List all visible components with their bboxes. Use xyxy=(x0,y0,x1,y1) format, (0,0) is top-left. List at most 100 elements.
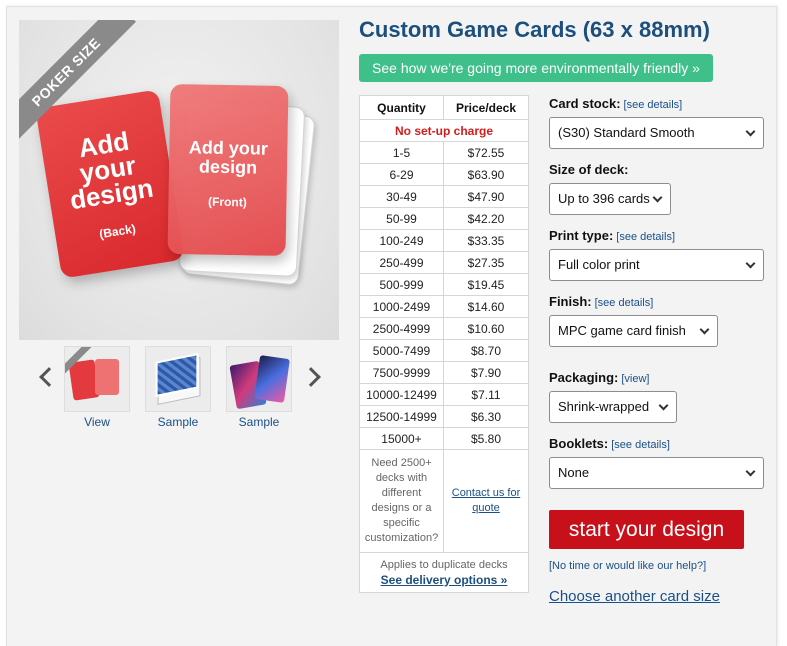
price-cell: $8.70 xyxy=(443,339,529,362)
chevron-down-icon xyxy=(699,324,710,335)
finish-value: MPC game card finish xyxy=(558,323,686,338)
price-cell: $42.20 xyxy=(443,207,529,230)
product-hero-image: Add your design (Back) Add your design (… xyxy=(19,20,339,340)
thumb-label-sample-1[interactable]: Sample xyxy=(145,415,211,429)
chevron-down-icon xyxy=(745,258,756,269)
price-table: Quantity Price/deck No set-up charge 1-5… xyxy=(359,95,529,593)
finish-details-link[interactable]: [see details] xyxy=(595,297,654,309)
table-row: 15000+ $5.80 xyxy=(359,427,529,450)
start-design-button[interactable]: start your design xyxy=(549,510,744,549)
table-row: 500-999 $19.45 xyxy=(359,273,529,296)
thumb-label-view[interactable]: View xyxy=(64,415,130,429)
front-card-image: Add your design (Front) xyxy=(167,83,289,257)
table-row: 12500-14999 $6.30 xyxy=(359,405,529,428)
price-cell: $47.90 xyxy=(443,185,529,208)
packaging-label: Packaging: [view] xyxy=(549,370,649,385)
qty-cell: 12500-14999 xyxy=(359,405,444,428)
back-card-image: Add your design (Back) xyxy=(35,89,185,279)
qty-cell: 2500-4999 xyxy=(359,317,444,340)
booklets-value: None xyxy=(558,465,590,480)
price-cell: $63.90 xyxy=(443,163,529,186)
table-row: 6-29 $63.90 xyxy=(359,163,529,186)
qty-cell: 7500-9999 xyxy=(359,361,444,384)
print-type-label: Print type: [see details] xyxy=(549,228,675,243)
qty-cell: 1000-2499 xyxy=(359,295,444,318)
qty-cell: 30-49 xyxy=(359,185,444,208)
booklets-label-text: Booklets: xyxy=(549,436,609,451)
eco-banner-button[interactable]: See how we're going more environmentally… xyxy=(359,54,713,82)
deck-size-select[interactable]: Up to 396 cards xyxy=(549,183,671,215)
quantity-header: Quantity xyxy=(359,95,444,120)
qty-cell: 15000+ xyxy=(359,427,444,450)
duplicate-note: Applies to duplicate decks xyxy=(380,559,508,571)
packaging-select[interactable]: Shrink-wrapped xyxy=(549,391,677,423)
choose-card-size-link[interactable]: Choose another card size xyxy=(549,588,720,605)
contact-quote-link[interactable]: Contact us for quote xyxy=(443,449,529,553)
blue-deck-thumb-icon[interactable] xyxy=(145,346,211,412)
back-card-text: Add your design xyxy=(67,125,156,216)
table-row: 2500-4999 $10.60 xyxy=(359,317,529,340)
print-type-details-link[interactable]: [see details] xyxy=(616,231,675,243)
table-row: 1000-2499 $14.60 xyxy=(359,295,529,318)
chevron-down-icon xyxy=(652,192,663,203)
price-cell: $27.35 xyxy=(443,251,529,274)
space-cards-thumb-icon[interactable] xyxy=(226,346,292,412)
deck-size-label: Size of deck: xyxy=(549,162,629,177)
price-header: Price/deck xyxy=(443,95,529,120)
qty-cell: 500-999 xyxy=(359,273,444,296)
no-setup-charge: No set-up charge xyxy=(359,119,529,142)
deck-size-value: Up to 396 cards xyxy=(558,191,650,206)
qty-cell: 1-5 xyxy=(359,141,444,164)
table-row: 50-99 $42.20 xyxy=(359,207,529,230)
qty-cell: 6-29 xyxy=(359,163,444,186)
booklets-details-link[interactable]: [see details] xyxy=(611,439,670,451)
print-type-value: Full color print xyxy=(558,257,640,272)
card-design-thumb-icon[interactable] xyxy=(64,346,130,412)
qty-cell: 10000-12499 xyxy=(359,383,444,406)
finish-select[interactable]: MPC game card finish xyxy=(549,315,718,347)
table-row: 5000-7499 $8.70 xyxy=(359,339,529,362)
price-cell: $7.11 xyxy=(443,383,529,406)
chevron-down-icon xyxy=(658,400,669,411)
back-card-sub: (Back) xyxy=(98,221,137,242)
delivery-info: Applies to duplicate decks See delivery … xyxy=(359,552,529,593)
front-card-sub: (Front) xyxy=(207,194,247,210)
packaging-label-text: Packaging: xyxy=(549,370,619,385)
price-cell: $5.80 xyxy=(443,427,529,450)
finish-label: Finish: [see details] xyxy=(549,294,653,309)
product-title: Custom Game Cards (63 x 88mm) xyxy=(359,17,710,42)
price-cell: $6.30 xyxy=(443,405,529,428)
table-row: 10000-12499 $7.11 xyxy=(359,383,529,406)
card-stock-details-link[interactable]: [see details] xyxy=(624,99,683,111)
card-stock-value: (S30) Standard Smooth xyxy=(558,125,695,140)
price-cell: $72.55 xyxy=(443,141,529,164)
qty-cell: 5000-7499 xyxy=(359,339,444,362)
table-row: 100-249 $33.35 xyxy=(359,229,529,252)
price-cell: $19.45 xyxy=(443,273,529,296)
print-type-select[interactable]: Full color print xyxy=(549,249,764,281)
packaging-view-link[interactable]: [view] xyxy=(621,373,649,385)
card-stock-label-text: Card stock: xyxy=(549,96,621,111)
qty-cell: 250-499 xyxy=(359,251,444,274)
finish-label-text: Finish: xyxy=(549,294,592,309)
thumb-label-sample-2[interactable]: Sample xyxy=(226,415,292,429)
table-row: 250-499 $27.35 xyxy=(359,251,529,274)
price-cell: $10.60 xyxy=(443,317,529,340)
packaging-value: Shrink-wrapped xyxy=(558,399,650,414)
price-cell: $7.90 xyxy=(443,361,529,384)
delivery-options-link[interactable]: See delivery options » xyxy=(362,573,526,588)
booklets-label: Booklets: [see details] xyxy=(549,436,670,451)
booklets-select[interactable]: None xyxy=(549,457,764,489)
print-type-label-text: Print type: xyxy=(549,228,614,243)
bulk-note: Need 2500+ decks with different designs … xyxy=(359,449,444,553)
price-cell: $14.60 xyxy=(443,295,529,318)
chevron-down-icon xyxy=(745,466,756,477)
card-stock-select[interactable]: (S30) Standard Smooth xyxy=(549,117,764,149)
card-stock-label: Card stock: [see details] xyxy=(549,96,682,111)
table-row: 7500-9999 $7.90 xyxy=(359,361,529,384)
front-card-text: Add your design xyxy=(188,137,269,178)
qty-cell: 100-249 xyxy=(359,229,444,252)
table-row: 1-5 $72.55 xyxy=(359,141,529,164)
help-link[interactable]: [No time or would like our help?] xyxy=(549,560,706,572)
chevron-down-icon xyxy=(745,126,756,137)
